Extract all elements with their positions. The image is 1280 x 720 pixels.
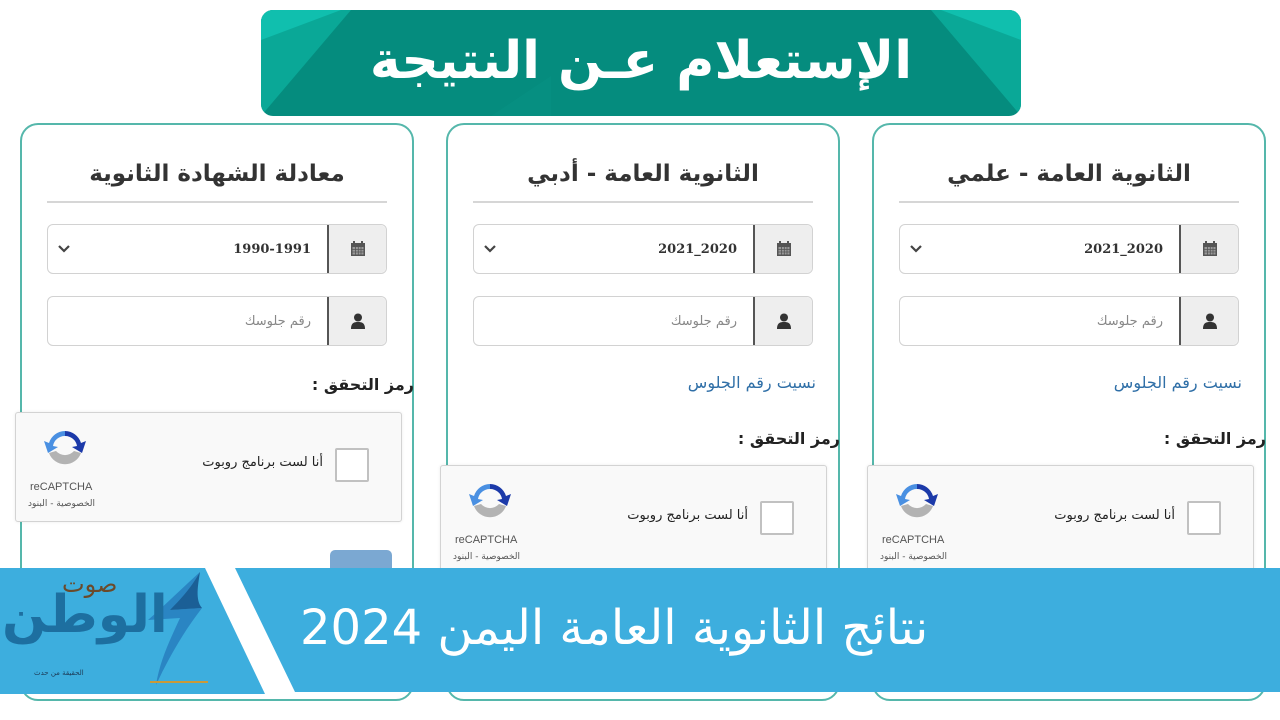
recaptcha-widget: أنا لست برنامج روبوت reCAPTCHA الخصوصية … [867, 465, 1254, 575]
year-select[interactable]: 1990-1991 [47, 224, 387, 274]
card-title: الثانوية العامة - أدبي [473, 161, 813, 203]
chevron-down-icon [58, 225, 70, 273]
recaptcha-label: أنا لست برنامج روبوت [1054, 508, 1175, 523]
seat-number-input[interactable]: رقم جلوسك [473, 296, 813, 346]
user-icon [1179, 297, 1238, 345]
page-title: الإستعلام عـن النتيجة [369, 31, 913, 91]
forgot-seat-number-link[interactable]: نسيت رقم الجلوس [1114, 373, 1242, 392]
seat-number-input[interactable]: رقم جلوسك [899, 296, 1239, 346]
recaptcha-widget: أنا لست برنامج روبوت reCAPTCHA الخصوصية … [15, 412, 402, 522]
verification-label: رمز التحقق : [737, 429, 840, 448]
recaptcha-terms-link[interactable]: الخصوصية - البنود [28, 499, 95, 509]
user-icon [753, 297, 812, 345]
seat-number-input[interactable]: رقم جلوسك [47, 296, 387, 346]
recaptcha-label: أنا لست برنامج روبوت [627, 508, 748, 523]
card-title: معادلة الشهادة الثانوية [47, 161, 387, 203]
user-icon [327, 297, 386, 345]
year-value: 2021_2020 [658, 241, 737, 257]
chevron-down-icon [484, 225, 496, 273]
calendar-icon [1179, 225, 1238, 273]
chevron-down-icon [910, 225, 922, 273]
card-title: الثانوية العامة - علمي [899, 161, 1239, 203]
recaptcha-terms-link[interactable]: الخصوصية - البنود [453, 552, 520, 562]
recaptcha-terms-link[interactable]: الخصوصية - البنود [880, 552, 947, 562]
calendar-icon [327, 225, 386, 273]
verification-label: رمز التحقق : [311, 375, 414, 394]
recaptcha-label: أنا لست برنامج روبوت [202, 455, 323, 470]
recaptcha-icon [44, 431, 86, 465]
recaptcha-brand: reCAPTCHA [30, 481, 93, 493]
recaptcha-brand: reCAPTCHA [455, 534, 518, 546]
recaptcha-icon [896, 484, 938, 518]
year-value: 2021_2020 [1084, 241, 1163, 257]
recaptcha-icon [469, 484, 511, 518]
header-banner: الإستعلام عـن النتيجة [261, 10, 1021, 116]
calendar-icon [753, 225, 812, 273]
recaptcha-checkbox[interactable] [335, 448, 369, 482]
recaptcha-widget: أنا لست برنامج روبوت reCAPTCHA الخصوصية … [440, 465, 827, 575]
year-value: 1990-1991 [233, 241, 311, 257]
forgot-seat-number-link[interactable]: نسيت رقم الجلوس [688, 373, 816, 392]
recaptcha-brand: reCAPTCHA [882, 534, 945, 546]
seat-number-placeholder: رقم جلوسك [1096, 313, 1163, 329]
recaptcha-checkbox[interactable] [1187, 501, 1221, 535]
logo-main-text: الوطن [2, 585, 168, 645]
banner-title: نتائج الثانوية العامة اليمن 2024 [300, 600, 929, 656]
year-select[interactable]: 2021_2020 [473, 224, 813, 274]
verification-label: رمز التحقق : [1163, 429, 1266, 448]
year-select[interactable]: 2021_2020 [899, 224, 1239, 274]
logo-tagline: الحقيقة من حدث [34, 669, 84, 677]
seat-number-placeholder: رقم جلوسك [244, 313, 311, 329]
seat-number-placeholder: رقم جلوسك [670, 313, 737, 329]
recaptcha-checkbox[interactable] [760, 501, 794, 535]
